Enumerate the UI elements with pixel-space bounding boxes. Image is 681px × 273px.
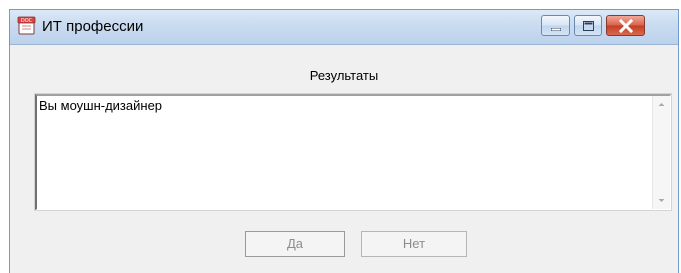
yes-button[interactable]: Да bbox=[245, 231, 345, 257]
svg-text:DOC: DOC bbox=[21, 18, 33, 24]
close-button[interactable] bbox=[606, 15, 645, 36]
dialog-window: DOC ИТ профессии Результаты Вы моушн-диз… bbox=[9, 9, 679, 273]
results-text: Вы моушн-дизайнер bbox=[39, 98, 163, 113]
dialog-client-area: Результаты Вы моушн-дизайнер Да Нет bbox=[10, 45, 678, 273]
scroll-down-arrow-icon[interactable] bbox=[653, 192, 670, 209]
window-title: ИТ профессии bbox=[42, 18, 144, 35]
doc-icon: DOC bbox=[17, 16, 36, 35]
close-icon bbox=[618, 18, 634, 34]
results-memo[interactable]: Вы моушн-дизайнер bbox=[35, 94, 671, 210]
maximize-button[interactable] bbox=[574, 15, 602, 36]
minimize-icon bbox=[551, 28, 561, 31]
results-label: Результаты bbox=[309, 68, 379, 83]
title-bar[interactable]: DOC ИТ профессии bbox=[10, 10, 678, 45]
maximize-icon bbox=[583, 21, 594, 31]
no-button[interactable]: Нет bbox=[361, 231, 467, 257]
minimize-button[interactable] bbox=[541, 15, 570, 36]
vertical-scrollbar[interactable] bbox=[652, 96, 670, 209]
scroll-up-arrow-icon[interactable] bbox=[653, 96, 670, 113]
